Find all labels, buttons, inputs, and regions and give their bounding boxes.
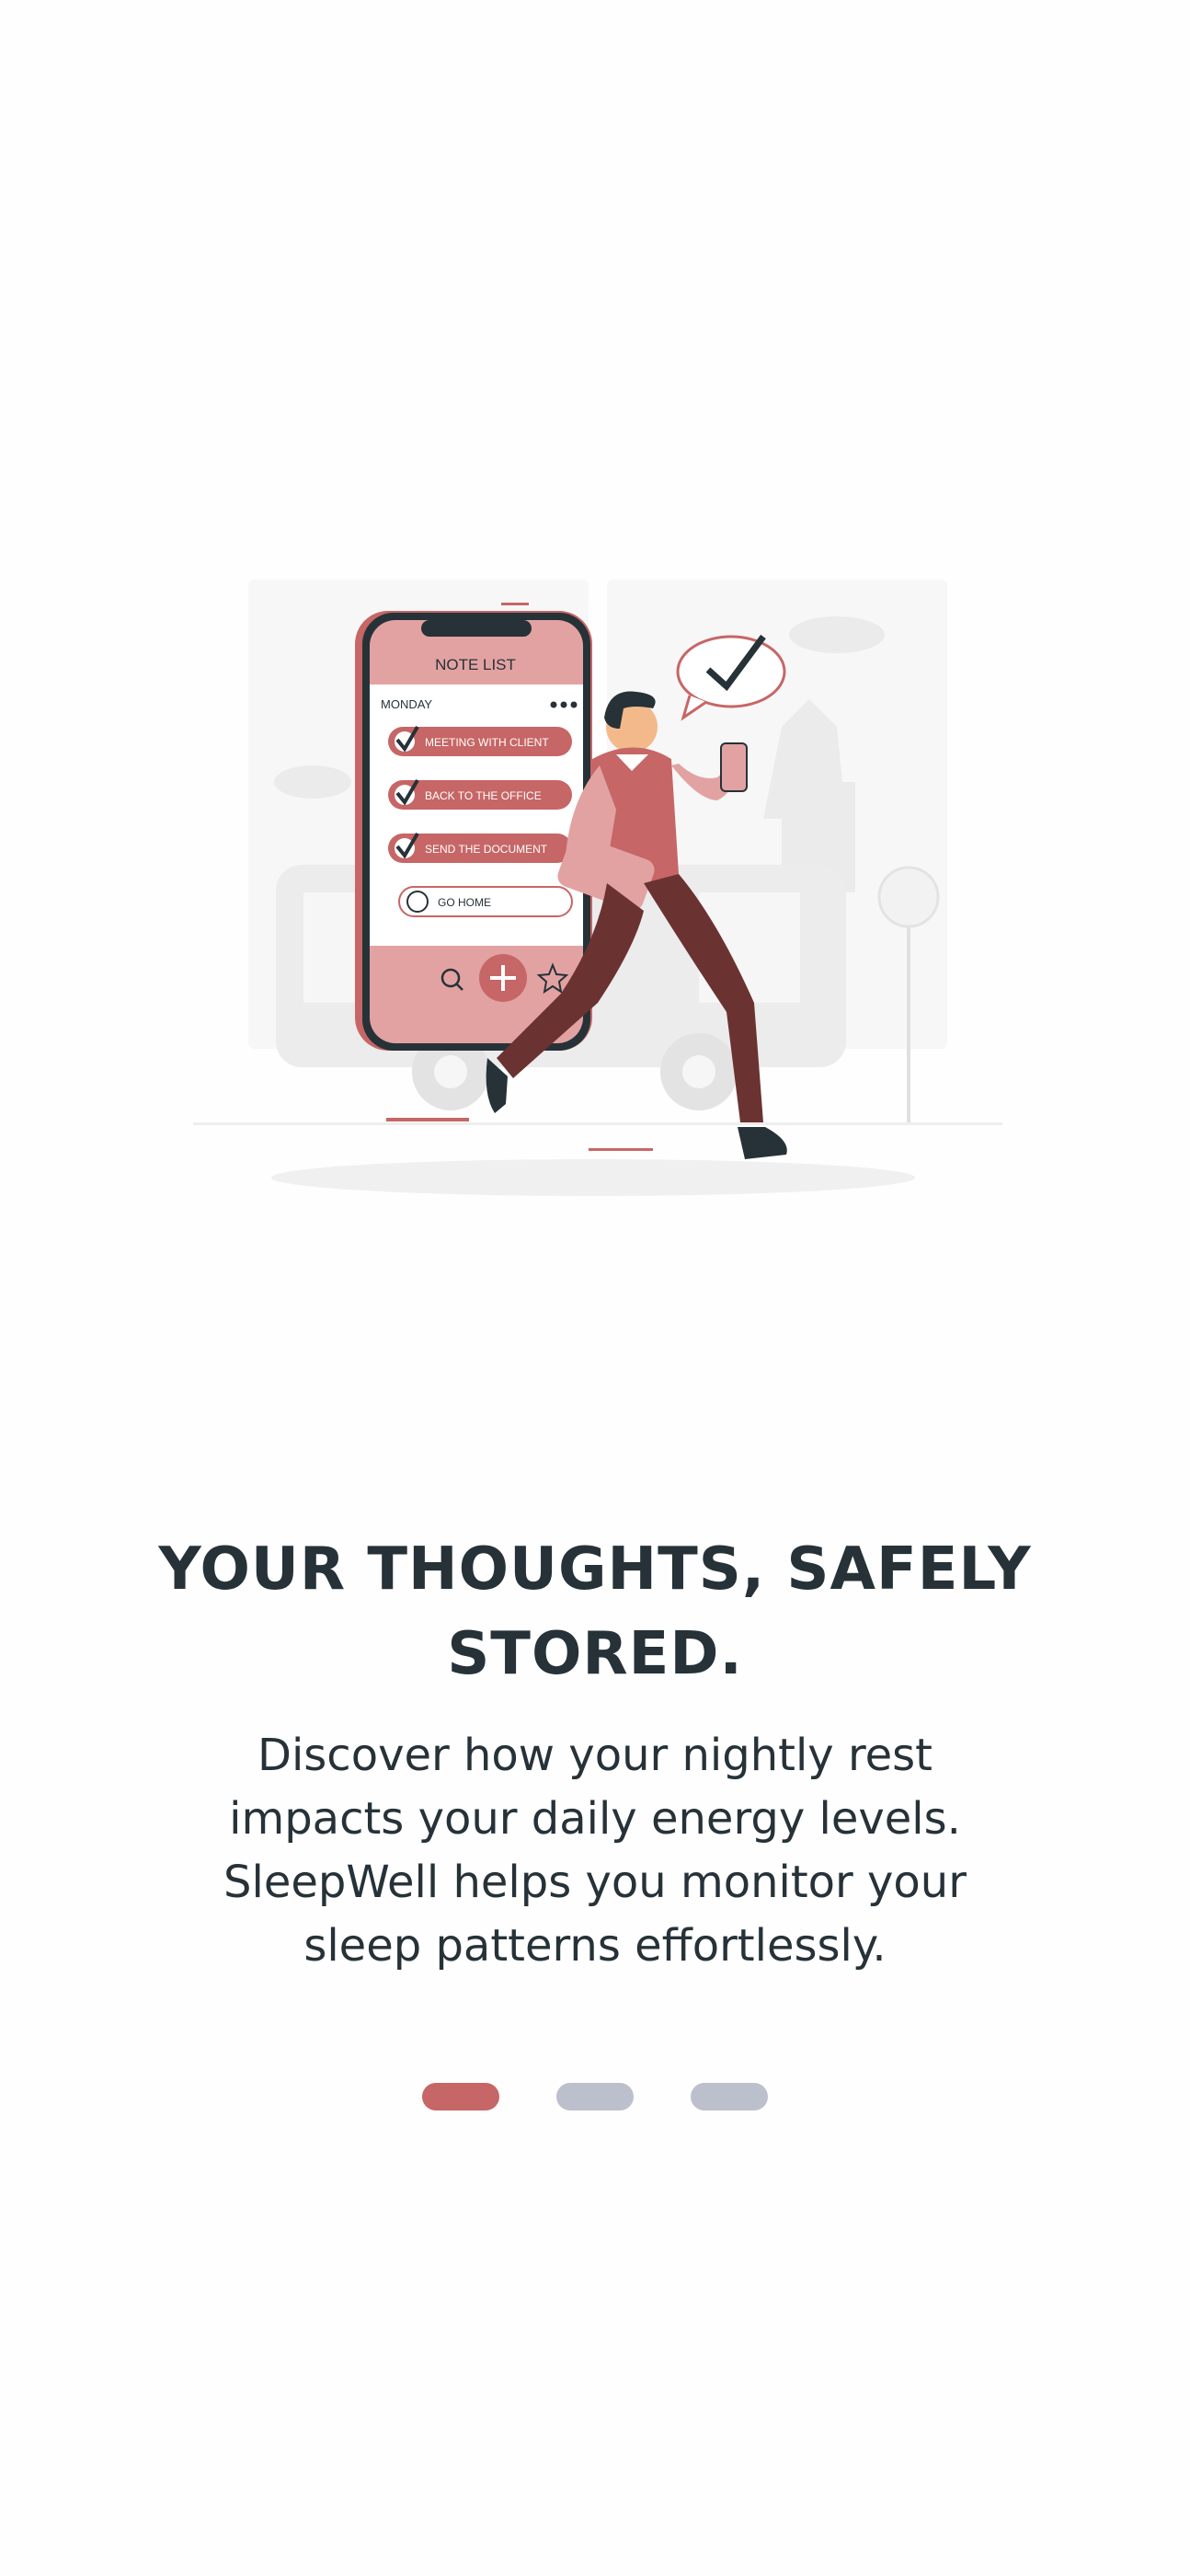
phone-title: NOTE LIST — [435, 656, 516, 673]
headline-line: YOUR THOUGHTS, SAFELY — [158, 1535, 1032, 1604]
description-line: impacts your daily energy levels. — [229, 1793, 961, 1845]
page-indicator-dot-1[interactable] — [422, 2083, 499, 2110]
description-line: sleep patterns effortlessly. — [303, 1920, 887, 1972]
description-line: SleepWell helps you monitor your — [223, 1857, 967, 1908]
onboarding-headline: YOUR THOUGHTS, SAFELY STORED. — [0, 1527, 1190, 1696]
headline-line: STORED. — [447, 1620, 743, 1688]
task-label: MEETING WITH CLIENT — [425, 736, 549, 749]
onboarding-illustration: NOTE LIST MONDAY MEETING WITH CLIENT BAC… — [175, 570, 1021, 1214]
page-indicator-dot-2[interactable] — [556, 2083, 634, 2110]
task-label: SEND THE DOCUMENT — [425, 843, 548, 856]
phone-day-label: MONDAY — [381, 697, 432, 711]
task-label: GO HOME — [438, 896, 491, 909]
onboarding-description: Discover how your nightly rest impacts y… — [184, 1724, 1006, 1978]
onboarding-screen: NOTE LIST MONDAY MEETING WITH CLIENT BAC… — [0, 0, 1190, 2576]
page-indicator-dot-3[interactable] — [691, 2083, 768, 2110]
task-label: BACK TO THE OFFICE — [425, 789, 542, 802]
description-line: Discover how your nightly rest — [257, 1730, 933, 1781]
page-indicator — [0, 2083, 1190, 2110]
